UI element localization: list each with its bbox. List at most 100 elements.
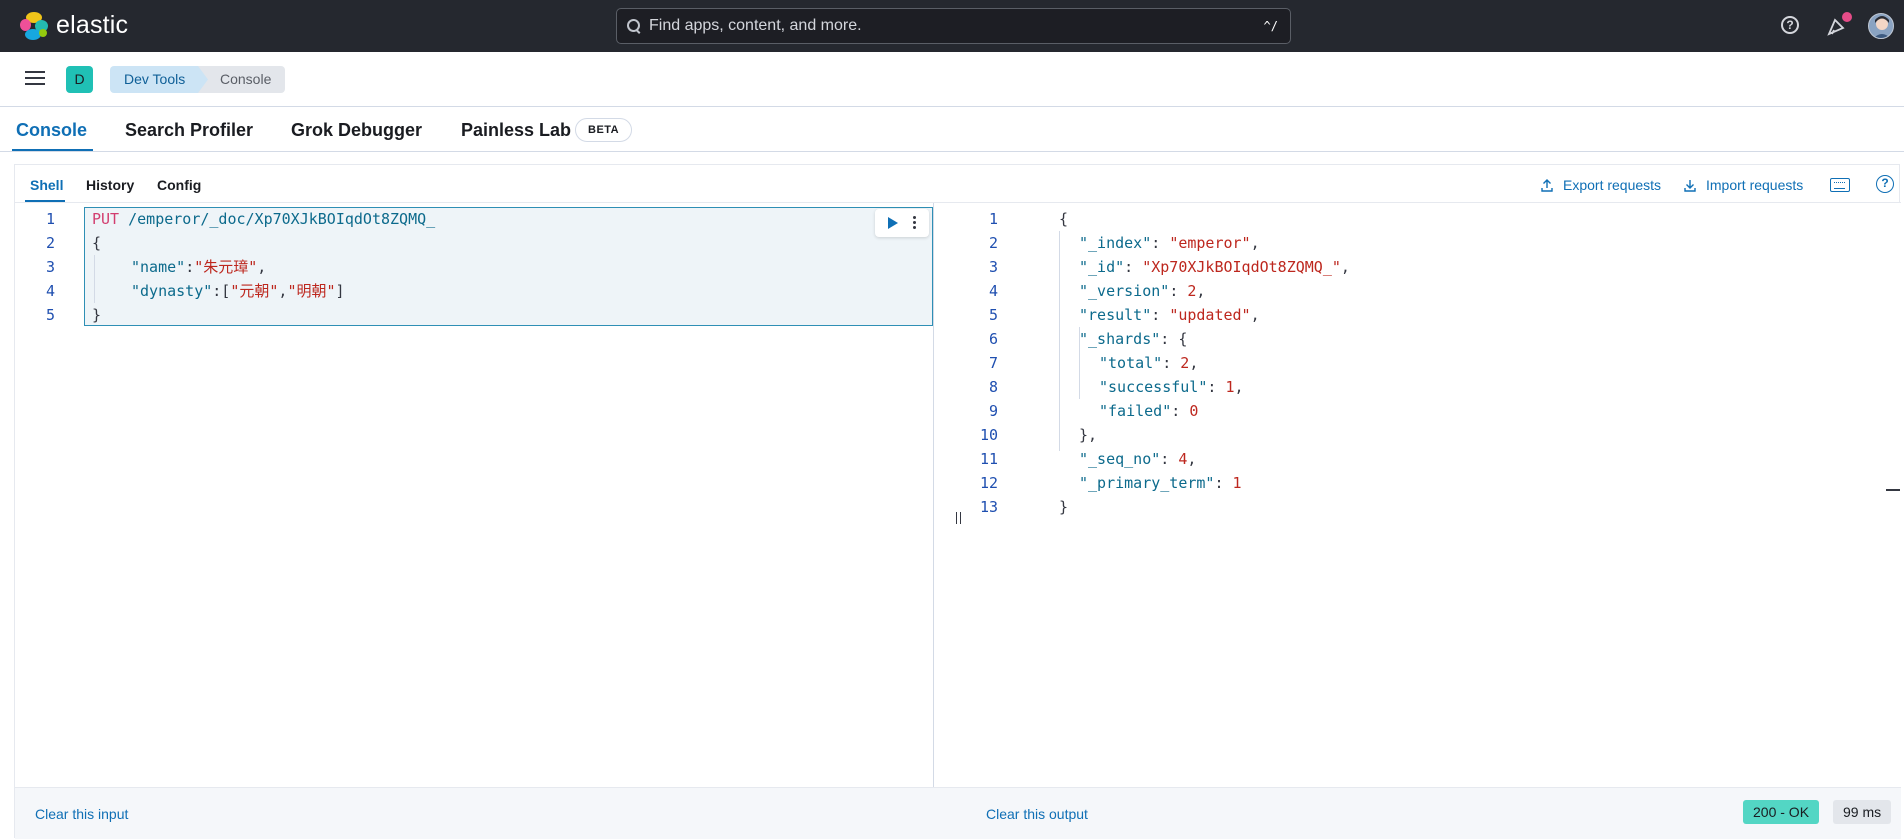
json-value: 2 [1180,354,1190,372]
line-number: 3 [45,258,55,276]
response-line: "failed": 0 [1099,402,1199,420]
response-line: "_seq_no": 4, [1079,450,1197,468]
json-value: "emperor" [1169,234,1251,252]
response-line: }, [1079,426,1098,444]
response-line: "_version": 2, [1079,282,1206,300]
search-shortcut-hint: ^/ [1263,19,1278,33]
top-header: elastic ^/ ? [0,0,1904,52]
help-icon[interactable]: ? [1781,16,1799,34]
response-line: "_index": "emperor", [1079,234,1260,252]
request-method: PUT [92,210,120,228]
line-number: 8 [988,378,998,396]
import-requests-label: Import requests [1706,177,1804,193]
response-viewer[interactable]: 1 2 3 4 5 6 7 8 9 10 11 12 13 { "_index"… [968,203,1901,787]
response-line: } [1059,498,1069,516]
request-line: "name":"朱元璋", [131,258,267,276]
export-requests-label: Export requests [1563,177,1662,193]
console-panel: Shell History Config Export requests Imp… [14,164,1901,839]
request-actions [875,209,929,237]
json-key: "successful" [1099,378,1208,396]
menu-icon[interactable] [25,70,45,86]
line-number: 2 [988,234,998,252]
line-number: 1 [45,210,55,228]
line-number: 3 [988,258,998,276]
line-number: 13 [979,498,998,516]
json-key: "name" [131,258,186,276]
line-number: 12 [979,474,998,492]
line-number: 10 [979,426,998,444]
beta-badge: BETA [575,118,633,142]
json-key: "_primary_term" [1079,474,1215,492]
line-number: 11 [979,450,998,468]
search-icon [627,19,641,33]
breadcrumb-dev-tools[interactable]: Dev Tools [110,66,211,93]
console-help-icon[interactable]: ? [1876,175,1894,193]
line-number: 6 [988,330,998,348]
export-requests-button[interactable]: Export requests [1541,177,1661,193]
json-value: 0 [1189,402,1199,420]
response-line: "_shards": { [1079,330,1188,348]
subtab-shell[interactable]: Shell [30,177,63,193]
line-number: 1 [988,210,998,228]
json-key: "_version" [1079,282,1170,300]
line-number: 4 [988,282,998,300]
request-path: /emperor/_doc/Xp70XJkBOIqdOt8ZQMQ_ [128,210,436,228]
json-key: "failed" [1099,402,1172,420]
json-value: "朱元璋" [194,258,258,276]
import-requests-button[interactable]: Import requests [1684,177,1803,193]
json-key: "_shards" [1079,330,1161,348]
request-line: PUT /emperor/_doc/Xp70XJkBOIqdOt8ZQMQ_ [92,207,435,231]
avatar[interactable] [1868,13,1894,39]
tab-search-profiler[interactable]: Search Profiler [125,120,253,141]
json-value: "元朝" [230,282,279,300]
indent-guide [94,255,95,303]
active-subtab-indicator [25,200,65,202]
send-request-icon[interactable] [888,217,898,229]
response-line: "_id": "Xp70XJkBOIqdOt8ZQMQ_", [1079,258,1350,276]
breadcrumb-console: Console [198,66,286,93]
response-line: "result": "updated", [1079,306,1260,324]
json-key: "_index" [1079,234,1152,252]
request-options-icon[interactable] [913,216,916,230]
line-number: 5 [45,306,55,324]
line-number: 2 [45,234,55,252]
json-key: "_id" [1079,258,1125,276]
clear-input-link[interactable]: Clear this input [35,806,128,822]
json-value: "updated" [1169,306,1251,324]
json-value: "Xp70XJkBOIqdOt8ZQMQ_" [1142,258,1341,276]
line-number: 9 [988,402,998,420]
request-editor[interactable]: 1 2 3 4 5 PUT /emperor/_doc/Xp70XJkBOIqd… [15,203,949,787]
request-time-badge: 99 ms [1833,800,1892,824]
json-value: "明朝" [287,282,336,300]
notification-dot [1842,12,1852,22]
response-line: { [1059,210,1069,228]
scroll-marker [1886,489,1900,491]
elastic-logo[interactable]: elastic [20,11,128,40]
breadcrumb-bar [0,52,1904,107]
clear-output-link[interactable]: Clear this output [986,806,1088,822]
request-line: { [92,234,102,252]
line-number: 7 [988,354,998,372]
tab-console[interactable]: Console [16,120,87,141]
elastic-logo-icon [20,11,48,40]
keyboard-shortcuts-icon[interactable] [1830,178,1850,192]
json-key: "dynasty" [131,282,213,300]
json-key: "_seq_no" [1079,450,1161,468]
console-subtabs: Shell History Config Export requests Imp… [15,165,1901,203]
tab-grok-debugger[interactable]: Grok Debugger [291,120,422,141]
line-number: 5 [988,306,998,324]
status-badge: 200 - OK [1743,800,1820,824]
response-line: "_primary_term": 1 [1079,474,1242,492]
tab-painless-lab[interactable]: Painless Lab [461,120,571,141]
json-value: 1 [1232,474,1242,492]
line-number: 4 [45,282,55,300]
json-key: "result" [1079,306,1152,324]
search-input[interactable] [649,17,1264,35]
global-search[interactable]: ^/ [616,8,1291,44]
export-icon [1541,178,1553,192]
subtab-config[interactable]: Config [157,177,201,193]
subtab-history[interactable]: History [86,177,134,193]
json-key: "total" [1099,354,1163,372]
space-avatar[interactable]: D [66,66,93,93]
app-name: elastic [56,11,129,39]
